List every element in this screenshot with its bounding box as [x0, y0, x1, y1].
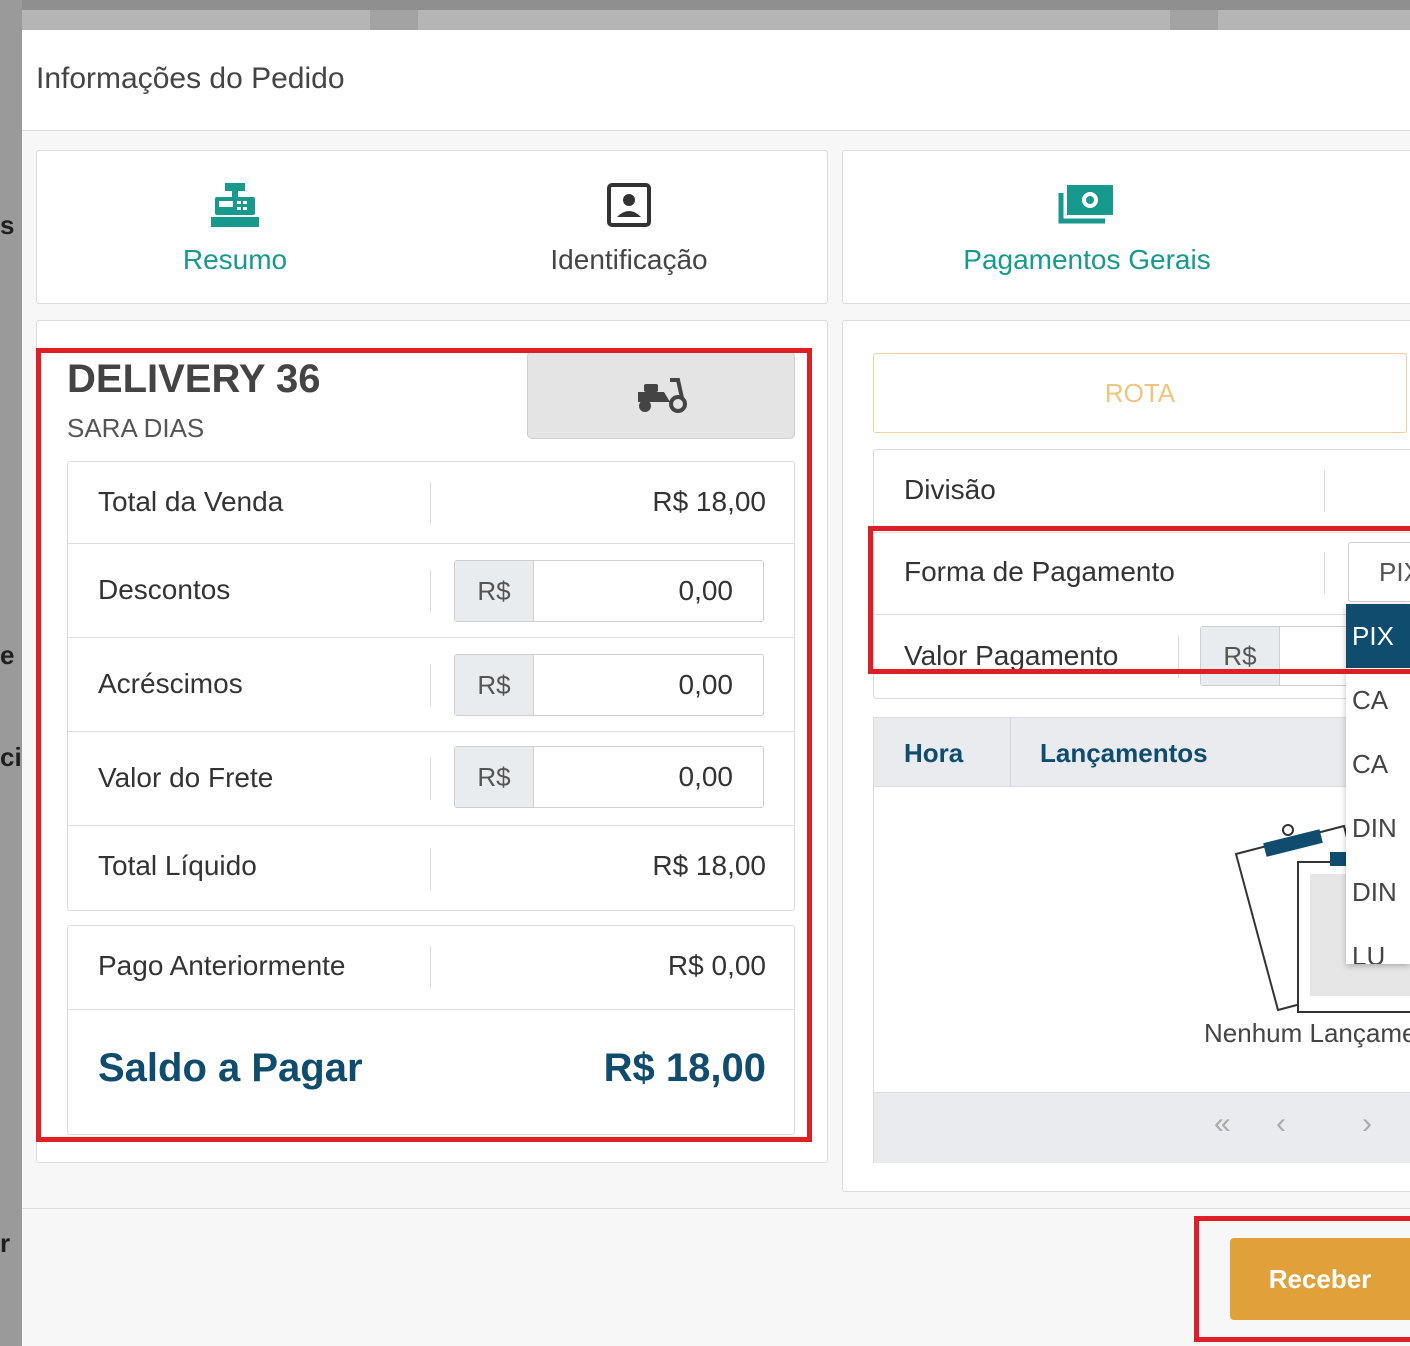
dropdown-option[interactable]: DIN [1346, 860, 1410, 924]
divisao-label: Divisão [904, 474, 996, 505]
row-total-liquido: Total Líquido R$ 18,00 [68, 826, 794, 910]
summary-tabs-card: Resumo Identificação [36, 150, 828, 304]
payment-tabs-card: Pagamentos Gerais [842, 150, 1410, 304]
acrescimos-value: 0,00 [678, 669, 734, 700]
lancamentos-table: Hora Lançamentos Nenhum Lançame « ‹ › [873, 717, 1410, 1163]
row-acrescimos: Acréscimos R$ 0,00 [68, 638, 794, 732]
tab-pagamentos-label: Pagamentos Gerais [963, 244, 1211, 275]
dropdown-option[interactable]: CA [1346, 732, 1410, 796]
currency-addon: R$ [455, 747, 534, 807]
rota-button[interactable]: ROTA [873, 353, 1407, 433]
tab-identificacao[interactable]: Identificação [529, 181, 729, 276]
receber-button[interactable]: Receber [1230, 1238, 1410, 1320]
saldo-value: R$ 18,00 [603, 1046, 766, 1090]
forma-pagamento-selected: PIX [1379, 557, 1410, 587]
frete-value: 0,00 [678, 761, 734, 792]
background-text-fragment: e [0, 640, 15, 670]
pago-anteriormente-label: Pago Anteriormente [98, 950, 346, 981]
header-hora[interactable]: Hora [904, 738, 963, 769]
row-total-venda: Total da Venda R$ 18,00 [68, 462, 794, 544]
money-bill-icon [1057, 185, 1117, 233]
row-frete: Valor do Frete R$ 0,00 [68, 732, 794, 826]
modal-header: Informações do Pedido [22, 30, 1410, 131]
table-header: Hora Lançamentos [874, 718, 1410, 787]
dropdown-option[interactable]: CA [1346, 668, 1410, 732]
background-left-edge [0, 0, 22, 1346]
descontos-input[interactable]: R$ 0,00 [454, 560, 764, 622]
background-text-fragment: s [0, 210, 15, 240]
header-lancamentos[interactable]: Lançamentos [1040, 738, 1208, 769]
forma-pagamento-label: Forma de Pagamento [904, 556, 1175, 587]
customer-name: SARA DIAS [67, 413, 205, 443]
order-title: DELIVERY 36 [67, 357, 321, 401]
next-page-icon[interactable]: › [1362, 1107, 1372, 1141]
footer-divider [22, 1208, 1410, 1209]
summary-card: DELIVERY 36 SARA DIAS Total da Venda R$ … [36, 320, 828, 1163]
tab-resumo[interactable]: Resumo [135, 181, 335, 276]
empty-message: Nenhum Lançame [1204, 1018, 1410, 1048]
prev-page-icon[interactable]: ‹ [1276, 1107, 1286, 1141]
total-liquido-label: Total Líquido [98, 850, 257, 881]
acrescimos-input[interactable]: R$ 0,00 [454, 654, 764, 716]
order-info-modal: Informações do Pedido Resumo Identificaç… [22, 30, 1410, 1346]
pago-anteriormente-value: R$ 0,00 [667, 950, 766, 981]
frete-label: Valor do Frete [98, 762, 274, 793]
acrescimos-label: Acréscimos [98, 668, 243, 699]
dropdown-option[interactable]: PIX [1346, 604, 1410, 668]
background-text-fragment: ci [0, 742, 22, 772]
row-forma-pagamento: Forma de Pagamento PIX [874, 532, 1410, 615]
descontos-label: Descontos [98, 574, 231, 605]
pagination: « ‹ › [874, 1092, 1410, 1163]
valor-pagamento-label: Valor Pagamento [904, 640, 1119, 671]
currency-addon: R$ [1201, 627, 1280, 685]
motorcycle-icon [634, 374, 688, 419]
first-page-icon[interactable]: « [1214, 1107, 1231, 1141]
dropdown-option[interactable]: DIN [1346, 796, 1410, 860]
row-descontos: Descontos R$ 0,00 [68, 544, 794, 638]
currency-addon: R$ [455, 561, 534, 621]
currency-addon: R$ [455, 655, 534, 715]
background-header-strip [0, 10, 1410, 30]
forma-pagamento-dropdown: PIX CA CA DIN DIN LU [1346, 604, 1410, 964]
row-valor-pagamento: Valor Pagamento R$ [874, 614, 1410, 698]
payment-form: Divisão Forma de Pagamento PIX Valor Pag… [873, 449, 1410, 699]
delivery-type-button[interactable] [527, 351, 795, 439]
saldo-label: Saldo a Pagar [98, 1046, 363, 1090]
total-liquido-value: R$ 18,00 [652, 850, 766, 881]
total-venda-label: Total da Venda [98, 486, 284, 517]
row-divisao: Divisão [874, 450, 1410, 533]
modal-title: Informações do Pedido [36, 62, 345, 95]
row-saldo: Saldo a Pagar R$ 18,00 [68, 1010, 794, 1134]
row-pago-anteriormente: Pago Anteriormente R$ 0,00 [68, 926, 794, 1010]
payment-card: ROTA Divisão Forma de Pagamento PIX Valo… [842, 320, 1410, 1192]
total-venda-value: R$ 18,00 [652, 486, 766, 517]
background-text-fragment: r [0, 1228, 11, 1258]
dropdown-option[interactable]: LU [1346, 924, 1410, 964]
tab-resumo-label: Resumo [182, 244, 288, 275]
tab-pagamentos-gerais[interactable]: Pagamentos Gerais [947, 181, 1227, 276]
frete-input[interactable]: R$ 0,00 [454, 746, 764, 808]
descontos-value: 0,00 [678, 575, 734, 606]
balance-table: Pago Anteriormente R$ 0,00 Saldo a Pagar… [67, 925, 795, 1135]
cash-register-icon [209, 183, 261, 233]
forma-pagamento-select[interactable]: PIX [1348, 542, 1410, 602]
id-card-icon [605, 183, 653, 233]
tab-identificacao-label: Identificação [550, 244, 708, 275]
summary-table: Total da Venda R$ 18,00 Descontos R$ 0,0… [67, 461, 795, 911]
